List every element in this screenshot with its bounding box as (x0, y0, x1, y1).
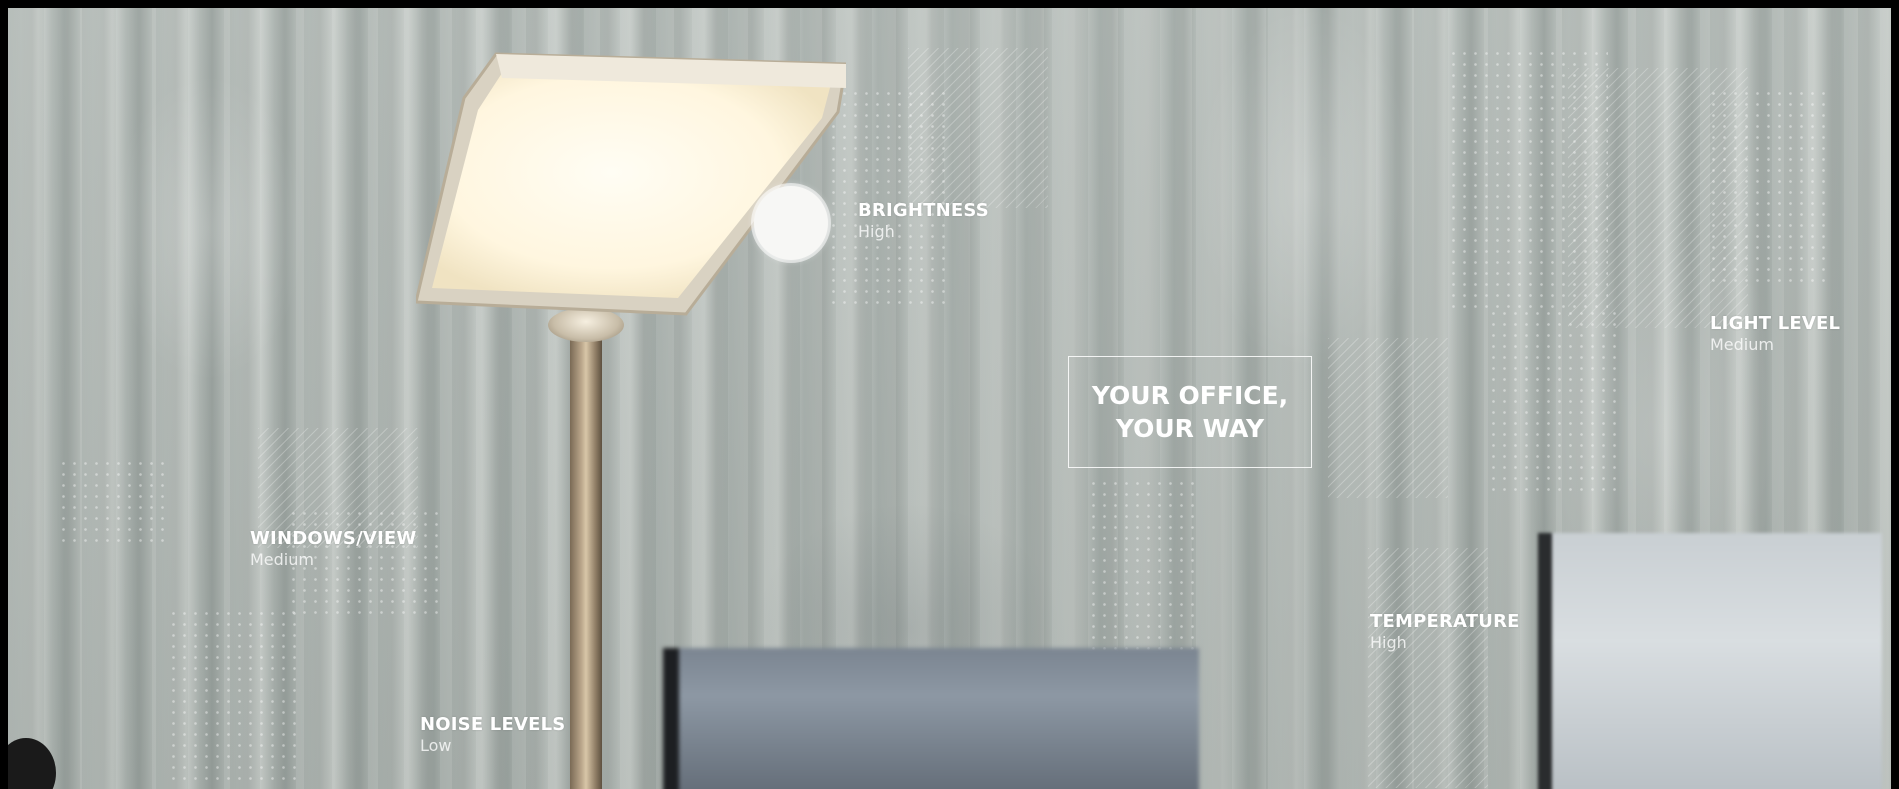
dot-pattern (168, 608, 298, 788)
dot-pattern (58, 458, 168, 548)
metric-value: High (858, 222, 895, 241)
hatch-pattern (1368, 548, 1488, 788)
lamp-head (416, 52, 846, 316)
metric-windows-view: WINDOWS/VIEW Medium (250, 528, 416, 569)
headline-line1: YOUR OFFICE, (1091, 381, 1289, 410)
metric-value: Low (420, 736, 452, 755)
metric-noise-levels: NOISE LEVELS Low (420, 714, 565, 755)
metric-light-level: LIGHT LEVEL Medium (1710, 313, 1840, 354)
metric-brightness: BRIGHTNESS High (858, 200, 989, 241)
hatch-pattern (1328, 338, 1448, 498)
metric-name: WINDOWS/VIEW (250, 528, 417, 549)
metric-value: High (1370, 633, 1407, 652)
metric-name: NOISE LEVELS (420, 714, 566, 735)
metric-temperature: TEMPERATURE High (1370, 611, 1520, 652)
hatch-pattern (1568, 68, 1748, 328)
brightness-marker[interactable] (754, 186, 828, 260)
metric-name: BRIGHTNESS (858, 200, 989, 221)
metric-name: TEMPERATURE (1370, 611, 1520, 632)
metric-value: Medium (1710, 335, 1774, 354)
metric-value: Medium (250, 550, 314, 569)
headline-box: YOUR OFFICE, YOUR WAY (1068, 356, 1312, 468)
hatch-pattern (908, 48, 1048, 208)
headline-line2: YOUR WAY (1115, 414, 1265, 443)
metric-name: LIGHT LEVEL (1710, 313, 1841, 334)
scene: BRIGHTNESS High LIGHT LEVEL Medium WINDO… (8, 8, 1891, 789)
dot-pattern (1488, 308, 1618, 498)
monitor-right (1538, 533, 1882, 789)
lamp-pole (570, 328, 602, 789)
monitor-left (663, 648, 1199, 789)
